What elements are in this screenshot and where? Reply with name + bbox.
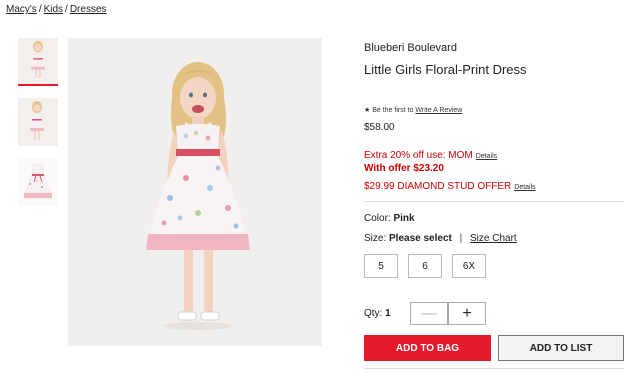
with-offer-price: With offer $23.20: [364, 163, 444, 174]
qty-value: 1: [385, 308, 391, 319]
extra-off-text: Extra 20% off use: MOM: [364, 150, 473, 161]
diamond-offer-text: $29.99 DIAMOND STUD OFFER: [364, 181, 512, 192]
thumbnail-1[interactable]: [18, 38, 58, 86]
size-label: Size:: [364, 233, 387, 244]
divider: [364, 201, 624, 202]
size-value: Please select: [389, 233, 452, 244]
thumbnail-3[interactable]: [18, 158, 58, 206]
add-to-list-button[interactable]: ADD TO LIST: [498, 335, 624, 361]
size-option-6x[interactable]: 6X: [452, 254, 486, 278]
breadcrumb-kids[interactable]: Kids: [44, 4, 63, 15]
color-label: Color:: [364, 213, 391, 224]
product-brand[interactable]: Blueberi Boulevard: [364, 42, 457, 54]
breadcrumb-separator: /: [38, 4, 42, 15]
color-selection: Color: Pink: [364, 213, 415, 224]
quantity-label: Qty: 1: [364, 308, 391, 319]
breadcrumb-separator: /: [65, 4, 68, 15]
dress-flat-thumb-image: [18, 158, 58, 206]
diamond-details-link[interactable]: Details: [514, 184, 535, 191]
extra-off-promo: Extra 20% off use: MOM Details: [364, 150, 497, 161]
size-separator: |: [459, 233, 463, 244]
review-prefix: ★ Be the first to: [364, 107, 414, 114]
size-option-6[interactable]: 6: [408, 254, 442, 278]
size-chart-link[interactable]: Size Chart: [470, 233, 517, 244]
write-review-link[interactable]: Write A Review: [415, 107, 462, 114]
qty-label-text: Qty:: [364, 308, 383, 319]
product-title: Little Girls Floral-Print Dress: [364, 62, 527, 77]
qty-minus-button[interactable]: —: [410, 302, 448, 325]
extra-off-details-link[interactable]: Details: [476, 153, 497, 160]
product-price: $58.00: [364, 122, 395, 133]
diamond-promo: $29.99 DIAMOND STUD OFFER Details: [364, 181, 536, 192]
girl-floral-dress-photo: [68, 38, 322, 346]
thumbnail-list: [18, 38, 60, 218]
breadcrumb: Macy's / Kids / Dresses: [6, 4, 107, 15]
add-to-bag-button[interactable]: ADD TO BAG: [364, 335, 491, 361]
child-front-thumb-image: [18, 38, 58, 84]
size-options: 5 6 6X: [364, 254, 486, 278]
divider: [364, 368, 624, 369]
thumbnail-2[interactable]: [18, 98, 58, 146]
main-product-image[interactable]: [68, 38, 322, 346]
size-option-5[interactable]: 5: [364, 254, 398, 278]
color-value: Pink: [393, 213, 415, 224]
breadcrumb-dresses[interactable]: Dresses: [70, 4, 107, 15]
quantity-stepper: — +: [410, 302, 486, 325]
child-side-thumb-image: [18, 98, 58, 146]
breadcrumb-macys[interactable]: Macy's: [6, 4, 37, 15]
review-prompt: ★ Be the first to Write A Review: [364, 106, 462, 114]
qty-plus-button[interactable]: +: [448, 302, 486, 325]
size-selection: Size: Please select | Size Chart: [364, 233, 517, 244]
